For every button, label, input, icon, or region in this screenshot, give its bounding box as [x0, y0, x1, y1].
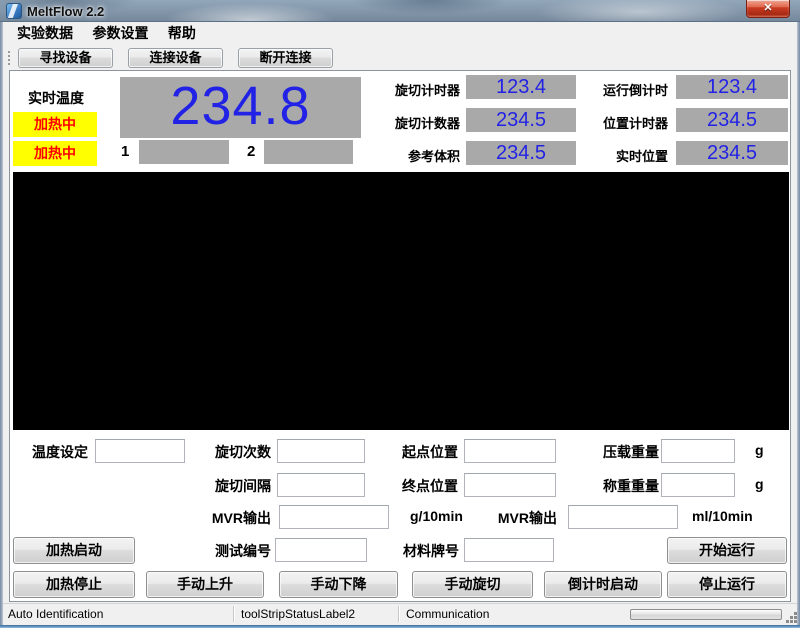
- app-icon: [6, 3, 22, 19]
- menu-item-parameter-settings[interactable]: 参数设置: [86, 22, 154, 45]
- run-countdown-label: 运行倒计时: [602, 83, 668, 98]
- resize-grip-icon[interactable]: [784, 611, 787, 614]
- mvr-output-ml-label: MVR输出: [497, 510, 557, 526]
- manual-down-button[interactable]: 手动下降: [279, 571, 398, 598]
- cut-count-input[interactable]: [277, 439, 365, 463]
- test-id-label: 测试编号: [215, 543, 271, 559]
- cut-counter-label: 旋切计数器: [394, 116, 460, 131]
- connect-device-button[interactable]: 连接设备: [128, 48, 223, 68]
- temperature-display: 234.8: [120, 77, 361, 138]
- cut-counter-value: 234.5: [466, 108, 576, 132]
- status-label-2: toolStripStatusLabel2: [241, 607, 356, 621]
- mvr-output-ml-input[interactable]: [568, 505, 678, 529]
- material-grade-label: 材料牌号: [403, 543, 459, 559]
- manual-up-button[interactable]: 手动上升: [146, 571, 264, 598]
- window-title: MeltFlow 2.2: [27, 4, 105, 19]
- cut-count-label: 旋切次数: [215, 444, 271, 460]
- realtime-temp-label: 实时温度: [28, 90, 84, 106]
- weigh-weight-input[interactable]: [661, 473, 735, 497]
- realtime-position-label: 实时位置: [615, 149, 668, 164]
- mvr-output-g-input[interactable]: [279, 505, 389, 529]
- ballast-unit-label: g: [755, 442, 764, 458]
- ballast-weight-label: 压载重量: [603, 444, 659, 460]
- ballast-weight-input[interactable]: [661, 439, 735, 463]
- channel-1-display: [139, 140, 229, 164]
- heat-stop-button[interactable]: 加热停止: [13, 571, 135, 598]
- status-separator: [398, 606, 399, 622]
- run-stop-button[interactable]: 停止运行: [667, 571, 787, 598]
- temp-set-label: 温度设定: [32, 444, 88, 460]
- status-communication: Communication: [406, 607, 490, 621]
- run-start-button[interactable]: 开始运行: [667, 537, 787, 564]
- end-pos-label: 终点位置: [402, 478, 458, 494]
- temp-set-input[interactable]: [95, 439, 185, 463]
- status-auto-identification: Auto Identification: [8, 607, 104, 621]
- title-bar: MeltFlow 2.2 ✕: [0, 0, 800, 22]
- app-window: MeltFlow 2.2 ✕ 实验数据 参数设置 帮助 寻找设备 连接设备 断开…: [0, 0, 800, 628]
- toolbar: [3, 45, 797, 70]
- start-pos-input[interactable]: [464, 439, 556, 463]
- status-progress-bar: [630, 609, 782, 620]
- mvr-g-unit-label: g/10min: [410, 508, 463, 524]
- channel-2-display: [264, 140, 353, 164]
- mvr-output-g-label: MVR输出: [211, 510, 271, 526]
- toolbar-grip-icon: [8, 51, 10, 65]
- plot-display-area: [13, 172, 789, 430]
- ref-volume-value: 234.5: [466, 141, 576, 165]
- status-separator: [233, 606, 234, 622]
- realtime-position-value: 234.5: [676, 141, 788, 165]
- heat-start-button[interactable]: 加热启动: [13, 537, 135, 564]
- menu-bar: 实验数据 参数设置 帮助: [3, 22, 797, 45]
- menu-item-help[interactable]: 帮助: [162, 22, 202, 45]
- heating-status-badge-1: 加热中: [13, 112, 97, 137]
- heating-status-badge-2: 加热中: [13, 141, 97, 166]
- test-id-input[interactable]: [275, 538, 367, 562]
- cut-interval-input[interactable]: [277, 473, 365, 497]
- material-grade-input[interactable]: [464, 538, 554, 562]
- manual-cut-button[interactable]: 手动旋切: [412, 571, 533, 598]
- cut-timer-value: 123.4: [466, 75, 576, 99]
- find-device-button[interactable]: 寻找设备: [18, 48, 113, 68]
- window-border-left: [0, 22, 3, 625]
- channel-2-label: 2: [247, 143, 256, 160]
- channel-1-label: 1: [121, 143, 130, 160]
- weigh-unit-label: g: [755, 476, 764, 492]
- ref-volume-label: 参考体积: [407, 149, 460, 164]
- position-timer-value: 234.5: [676, 108, 788, 132]
- cut-timer-label: 旋切计时器: [394, 83, 460, 98]
- close-icon[interactable]: ✕: [746, 0, 790, 18]
- position-timer-label: 位置计时器: [602, 116, 668, 131]
- cut-interval-label: 旋切间隔: [215, 478, 271, 494]
- menu-item-experiment-data[interactable]: 实验数据: [11, 22, 79, 45]
- run-countdown-value: 123.4: [676, 75, 788, 99]
- disconnect-button[interactable]: 断开连接: [238, 48, 333, 68]
- end-pos-input[interactable]: [464, 473, 556, 497]
- countdown-start-button[interactable]: 倒计时启动: [544, 571, 662, 598]
- mvr-ml-unit-label: ml/10min: [692, 508, 753, 524]
- weigh-weight-label: 称重重量: [603, 478, 659, 494]
- start-pos-label: 起点位置: [402, 444, 458, 460]
